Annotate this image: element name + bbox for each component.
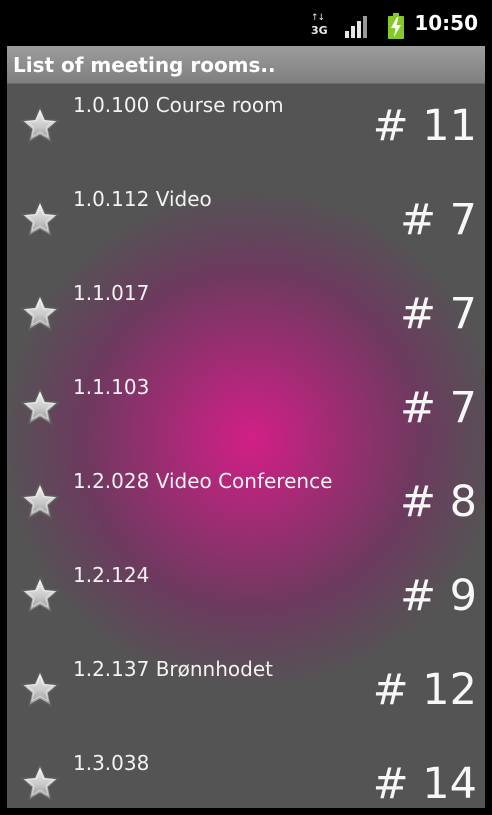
list-item[interactable]: 1.0.100 Course room # 11 bbox=[7, 84, 485, 178]
star-icon[interactable] bbox=[19, 198, 61, 240]
room-count: # 14 bbox=[372, 759, 477, 808]
room-count: # 7 bbox=[399, 383, 477, 433]
room-name: 1.3.038 bbox=[73, 751, 150, 775]
star-icon[interactable] bbox=[19, 762, 61, 804]
title-bar: List of meeting rooms.. bbox=[7, 46, 485, 84]
list-item[interactable]: 1.0.112 Video # 7 bbox=[7, 178, 485, 272]
signal-strength-icon bbox=[345, 16, 371, 38]
room-count: # 12 bbox=[372, 665, 477, 715]
list-item[interactable]: 1.1.103 # 7 bbox=[7, 366, 485, 460]
network-type-label: 3G bbox=[311, 24, 328, 37]
star-icon[interactable] bbox=[19, 574, 61, 616]
data-3g-icon: ↑↓ 3G bbox=[311, 14, 329, 38]
star-icon[interactable] bbox=[19, 386, 61, 428]
room-name: 1.2.137 Brønnhodet bbox=[73, 657, 273, 681]
room-count: # 8 bbox=[399, 477, 477, 527]
star-icon[interactable] bbox=[19, 668, 61, 710]
status-time: 10:50 bbox=[414, 11, 478, 35]
list-item[interactable]: 1.1.017 # 7 bbox=[7, 272, 485, 366]
room-name: 1.1.017 bbox=[73, 281, 150, 305]
star-icon[interactable] bbox=[19, 480, 61, 522]
list-item[interactable]: 1.3.038 # 14 bbox=[7, 742, 485, 808]
room-name: 1.2.124 bbox=[73, 563, 150, 587]
network-activity-indicator: ↑↓ bbox=[311, 13, 325, 23]
star-icon[interactable] bbox=[19, 104, 61, 146]
list-item[interactable]: 1.2.124 # 9 bbox=[7, 554, 485, 648]
room-name: 1.0.112 Video bbox=[73, 187, 212, 211]
room-name: 1.2.028 Video Conference bbox=[73, 469, 333, 493]
room-count: # 9 bbox=[399, 571, 477, 621]
room-count: # 11 bbox=[372, 101, 477, 151]
room-name: 1.1.103 bbox=[73, 375, 150, 399]
meeting-room-list[interactable]: 1.0.100 Course room # 11 1.0.112 Video #… bbox=[7, 84, 485, 808]
app-window: List of meeting rooms.. 1.0.100 Course r… bbox=[7, 46, 485, 808]
star-icon[interactable] bbox=[19, 292, 61, 334]
room-count: # 7 bbox=[399, 289, 477, 339]
status-bar: ↑↓ 3G 10:50 bbox=[0, 0, 492, 46]
battery-charging-icon bbox=[388, 13, 404, 39]
room-count: # 7 bbox=[399, 195, 477, 245]
list-item[interactable]: 1.2.028 Video Conference # 8 bbox=[7, 460, 485, 554]
page-title: List of meeting rooms.. bbox=[13, 53, 276, 77]
list-item[interactable]: 1.2.137 Brønnhodet # 12 bbox=[7, 648, 485, 742]
room-name: 1.0.100 Course room bbox=[73, 93, 284, 117]
